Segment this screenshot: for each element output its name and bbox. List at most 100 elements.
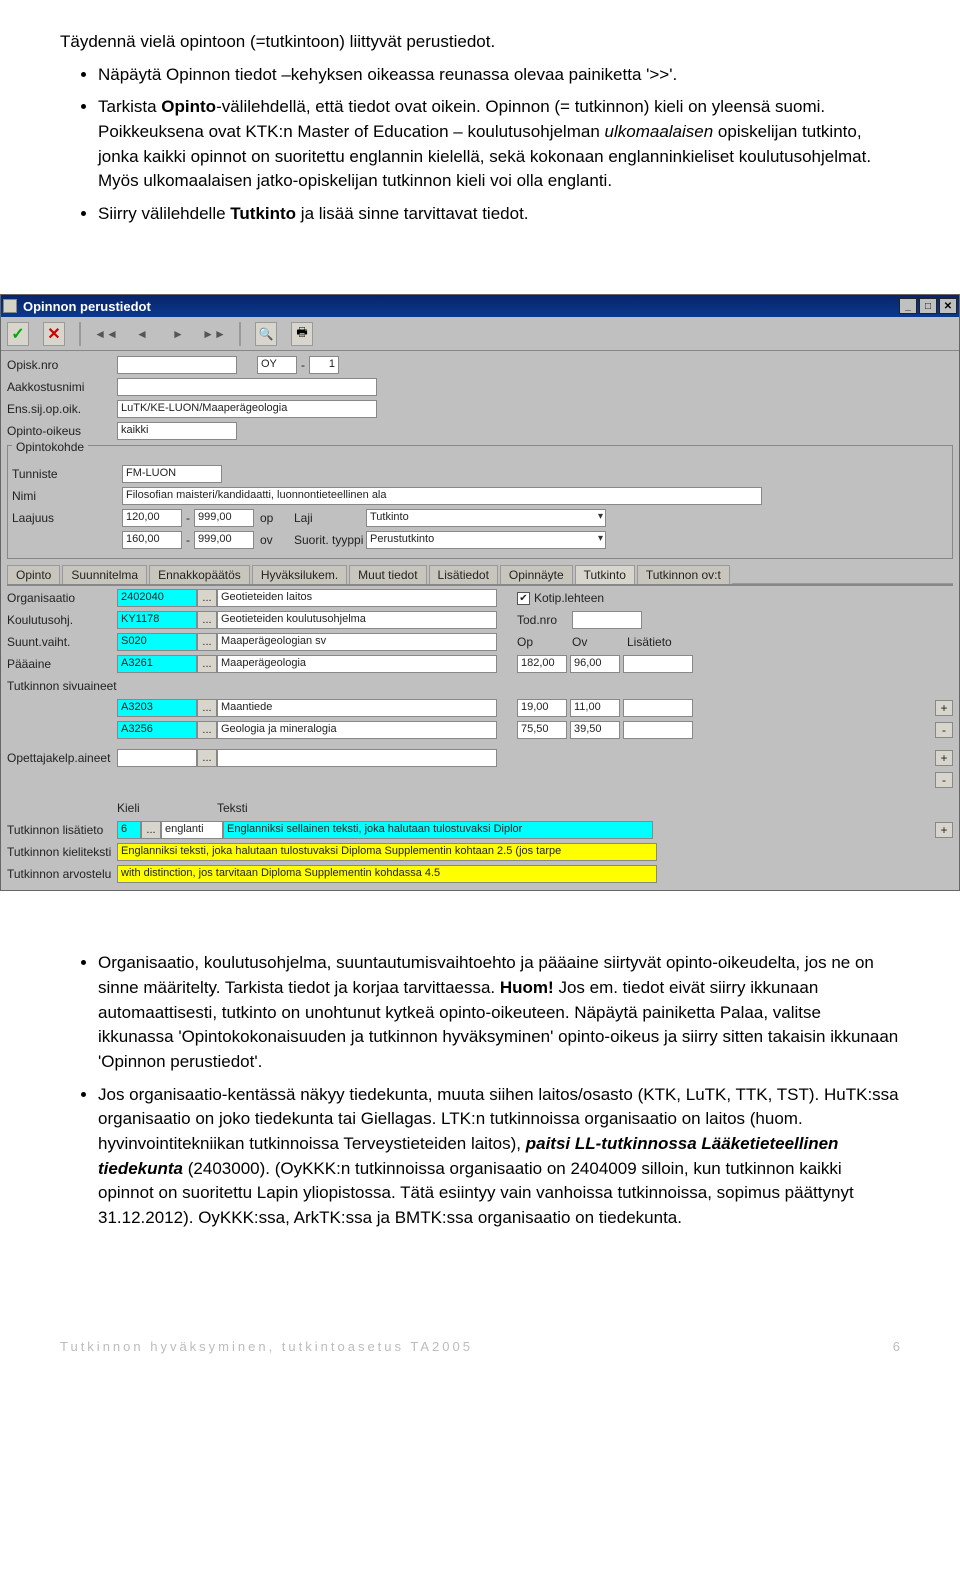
ok-icon[interactable]: ✓ [7,322,29,346]
suunt-lookup-button[interactable]: ... [197,633,217,651]
label-opettajakelp: Opettajakelp.aineet [7,751,117,765]
ens-input[interactable]: LuTK/KE-LUON/Maaperägeologia [117,400,377,418]
kotip-checkbox[interactable]: ✔ [517,592,530,605]
tab-hyvaksilukem[interactable]: Hyväksilukem. [252,565,347,584]
laaj1a-input[interactable]: 120,00 [122,509,182,527]
label-ov-col: Ov [572,635,627,649]
sivu2-name-input[interactable]: Geologia ja mineralogia [217,721,497,739]
label-ov: ov [254,533,294,547]
toolbar-separator [239,322,241,346]
intro-paragraph: Täydennä vielä opintoon (=tutkintoon) li… [60,30,900,55]
opett-add-button[interactable]: + [935,750,953,766]
sivu1-op-input[interactable]: 19,00 [517,699,567,717]
sivu1-ov-input[interactable]: 11,00 [570,699,620,717]
nav-next-icon[interactable]: ► [167,322,189,346]
num-input[interactable]: 1 [309,356,339,374]
nav-prev-icon[interactable]: ◄ [131,322,153,346]
paa-op-input[interactable]: 182,00 [517,655,567,673]
minimize-button[interactable]: _ [899,298,917,314]
opett-lookup-button[interactable]: ... [197,749,217,767]
styyppi-combo[interactable]: Perustutkinto [366,531,606,549]
sivu1-code-input[interactable]: A3203 [117,699,197,717]
opett-name-input[interactable] [217,749,497,767]
tab-lisatiedot[interactable]: Lisätiedot [429,565,498,584]
lisatieto-add-button[interactable]: + [935,822,953,838]
sivu2-lookup-button[interactable]: ... [197,721,217,739]
print-icon[interactable]: 🖶 [291,322,313,346]
paa-code-input[interactable]: A3261 [117,655,197,673]
label-paaaine: Pääaine [7,657,117,671]
tab-ennakkopaatos[interactable]: Ennakkopäätös [149,565,250,584]
kieli-lookup-button[interactable]: ... [141,821,161,839]
kieli-name-input[interactable]: englanti [161,821,223,839]
tab-tutkinto[interactable]: Tutkinto [575,565,635,584]
lisatieto-text-input[interactable]: Englanniksi sellainen teksti, joka halut… [223,821,653,839]
org-name-input[interactable]: Geotieteiden laitos [217,589,497,607]
laji-combo[interactable]: Tutkinto [366,509,606,527]
kieli-num-input[interactable]: 6 [117,821,141,839]
bullet-4: Organisaatio, koulutusohjelma, suuntautu… [98,951,900,1074]
label-tutk-lisatieto: Tutkinnon lisätieto [7,823,117,837]
tab-tutkinnon-ovt[interactable]: Tutkinnon ov:t [637,565,730,584]
kieliteksti-input[interactable]: Englanniksi teksti, joka halutaan tulost… [117,843,657,861]
label-opoik: Opinto-oikeus [7,424,117,438]
paa-lisat-input[interactable] [623,655,693,673]
maximize-button[interactable]: □ [919,298,937,314]
nav-first-icon[interactable]: ◄◄ [95,322,117,346]
cancel-icon[interactable]: ✕ [43,322,65,346]
window-title: Opinnon perustiedot [23,299,899,314]
label-kotip: Kotip.lehteen [534,591,604,605]
opintokohde-group: Opintokohde Tunniste FM-LUON Nimi Filoso… [7,445,953,559]
sivu2-ov-input[interactable]: 39,50 [570,721,620,739]
tab-opinnayte[interactable]: Opinnäyte [500,565,573,584]
bullet-1: Näpäytä Opinnon tiedot –kehyksen oikeass… [98,63,900,88]
search-icon[interactable]: 🔍 [255,322,277,346]
tab-opinto[interactable]: Opinto [7,565,60,584]
tunniste-input[interactable]: FM-LUON [122,465,222,483]
sivu-add-button[interactable]: + [935,700,953,716]
tab-suunnitelma[interactable]: Suunnitelma [62,565,147,584]
laaj2a-input[interactable]: 160,00 [122,531,182,549]
app-window: Opinnon perustiedot _ □ ✕ ✓ ✕ ◄◄ ◄ ► ►► … [0,294,960,891]
sivu1-lisat-input[interactable] [623,699,693,717]
label-sivuaineet: Tutkinnon sivuaineet [7,679,117,693]
paa-ov-input[interactable]: 96,00 [570,655,620,673]
kohj-lookup-button[interactable]: ... [197,611,217,629]
opoik-input[interactable]: kaikki [117,422,237,440]
sivu2-op-input[interactable]: 75,50 [517,721,567,739]
suunt-code-input[interactable]: S020 [117,633,197,651]
laaj2b-input[interactable]: 999,00 [194,531,254,549]
suunt-name-input[interactable]: Maaperägeologian sv [217,633,497,651]
titlebar[interactable]: Opinnon perustiedot _ □ ✕ [1,295,959,317]
sivu-remove-button[interactable]: - [935,722,953,738]
tabs: Opinto Suunnitelma Ennakkopäätös Hyväksi… [7,565,953,586]
aakk-input[interactable] [117,378,377,396]
close-button[interactable]: ✕ [939,298,957,314]
bullet-2: Tarkista Opinto-välilehdellä, että tiedo… [98,95,900,194]
nav-last-icon[interactable]: ►► [203,322,225,346]
opett-code-input[interactable] [117,749,197,767]
paa-lookup-button[interactable]: ... [197,655,217,673]
kohj-name-input[interactable]: Geotieteiden koulutusohjelma [217,611,497,629]
opett-remove-button[interactable]: - [935,772,953,788]
oy-input[interactable]: OY [257,356,297,374]
label-opisknro: Opisk.nro [7,358,117,372]
todnro-input[interactable] [572,611,642,629]
nimi-input[interactable]: Filosofian maisteri/kandidaatti, luonnon… [122,487,762,505]
sivu2-lisat-input[interactable] [623,721,693,739]
kohj-code-input[interactable]: KY1178 [117,611,197,629]
org-lookup-button[interactable]: ... [197,589,217,607]
label-op: op [254,511,294,525]
sivu1-name-input[interactable]: Maantiede [217,699,497,717]
label-organisaatio: Organisaatio [7,591,117,605]
opisknro-input[interactable] [117,356,237,374]
sivu1-lookup-button[interactable]: ... [197,699,217,717]
page-number: 6 [893,1339,900,1354]
paa-name-input[interactable]: Maaperägeologia [217,655,497,673]
org-code-input[interactable]: 2402040 [117,589,197,607]
arvostelu-input[interactable]: with distinction, jos tarvitaan Diploma … [117,865,657,883]
tab-muut[interactable]: Muut tiedot [349,565,426,584]
sivu2-code-input[interactable]: A3256 [117,721,197,739]
laaj1b-input[interactable]: 999,00 [194,509,254,527]
label-lisatieto-col: Lisätieto [627,635,672,649]
